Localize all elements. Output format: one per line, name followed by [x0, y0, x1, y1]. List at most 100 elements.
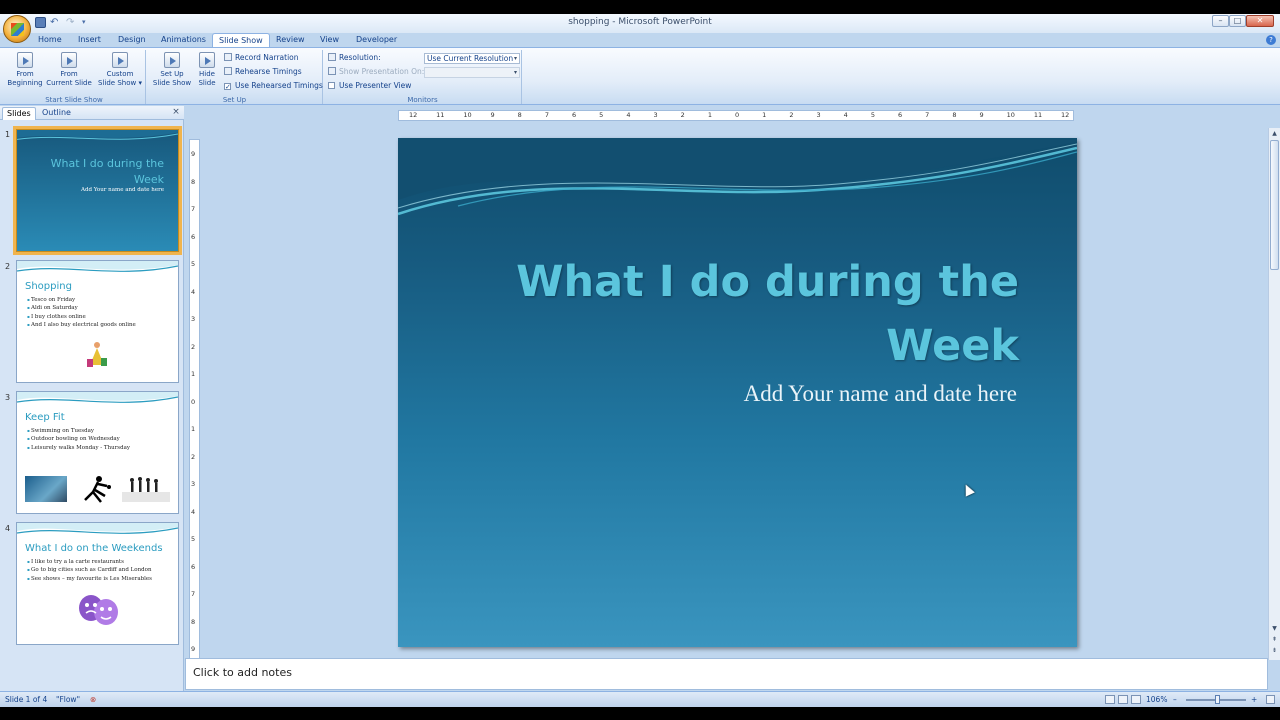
zoom-slider-knob[interactable] — [1214, 695, 1220, 704]
rehearse-timings-button[interactable]: Rehearse Timings — [224, 67, 302, 77]
ruler-tick-label: 11 — [436, 111, 445, 119]
tab-slide-show[interactable]: Slide Show — [212, 33, 270, 47]
tab-review[interactable]: Review — [274, 33, 307, 47]
minimize-button[interactable]: – — [1212, 15, 1229, 27]
ruler-tick-label: 3 — [191, 315, 196, 323]
hide-slide-icon — [199, 52, 215, 68]
group-monitors: Resolution: Use Current Resolution ▾ Show… — [324, 50, 522, 104]
close-icon[interactable]: × — [171, 108, 181, 118]
redo-icon[interactable]: ↷ — [66, 17, 77, 28]
slide-thumbnail-2[interactable]: Shopping Tesco on Friday Aldi on Saturda… — [16, 260, 179, 383]
chevron-down-icon: ▾ — [513, 55, 517, 62]
ruler-tick-label: 7 — [191, 590, 196, 598]
zoom-level[interactable]: 106% — [1146, 695, 1167, 704]
tab-developer[interactable]: Developer — [354, 33, 399, 47]
thumb-number: 4 — [5, 524, 11, 533]
office-logo-icon — [11, 23, 24, 36]
thumb-number: 3 — [5, 393, 11, 402]
tab-outline[interactable]: Outline — [38, 107, 75, 120]
group-label-start: Start Slide Show — [45, 96, 103, 104]
set-up-slide-show-button[interactable]: Set Up Slide Show — [151, 52, 193, 88]
theme-name: "Flow" — [56, 695, 81, 704]
notes-placeholder[interactable]: Click to add notes — [193, 666, 292, 679]
slide-canvas[interactable]: What I do during the Week Add Your name … — [398, 138, 1077, 647]
group-label-monitors: Monitors — [407, 96, 438, 104]
fit-to-window-icon[interactable] — [1266, 695, 1275, 704]
slide-show-view-icon[interactable] — [1131, 695, 1141, 704]
letterbox-top — [0, 0, 1280, 14]
thumb-bullet: Go to big cities such as Cardiff and Lon… — [27, 566, 152, 574]
thumb-bullet: I buy clothes online — [27, 313, 136, 321]
close-button[interactable]: ✕ — [1246, 15, 1274, 27]
scroll-up-icon[interactable]: ▲ — [1270, 129, 1279, 138]
undo-icon[interactable]: ↶ — [50, 17, 61, 28]
ruler-tick-label: 9 — [979, 111, 984, 119]
ruler-tick-label: 10 — [1006, 111, 1015, 119]
scroll-down-icon[interactable]: ▼ — [1270, 624, 1279, 633]
bowler-silhouette-icon — [84, 476, 111, 503]
thumb-bullet: And I also buy electrical goods online — [27, 321, 136, 329]
zoom-in-icon[interactable]: + — [1251, 695, 1257, 704]
tab-animations[interactable]: Animations — [159, 33, 208, 47]
record-narration-button[interactable]: Record Narration — [224, 53, 299, 63]
slide-thumbnail-3[interactable]: Keep Fit Swimming on Tuesday Outdoor bow… — [16, 391, 179, 514]
thumb-number: 1 — [5, 130, 11, 139]
zoom-out-icon[interactable]: – — [1173, 695, 1177, 704]
notes-pane[interactable]: Click to add notes — [185, 658, 1268, 690]
custom-slide-show-button[interactable]: Custom Slide Show ▾ — [96, 52, 144, 88]
tab-slides[interactable]: Slides — [2, 107, 36, 120]
from-current-slide-button[interactable]: From Current Slide — [45, 52, 93, 88]
powerpoint-window: shopping - Microsoft PowerPoint ↶ ↷ ▾ – … — [0, 14, 1280, 707]
scroll-thumb[interactable] — [1270, 140, 1279, 270]
use-presenter-view-checkbox[interactable]: Use Presenter View — [328, 81, 411, 91]
wave-decoration — [398, 138, 1077, 216]
monitor-icon — [328, 53, 336, 61]
save-icon[interactable] — [35, 17, 46, 28]
slide-sorter-icon[interactable] — [1118, 695, 1128, 704]
next-slide-icon[interactable]: ⇟ — [1270, 646, 1279, 655]
tab-design[interactable]: Design — [116, 33, 148, 47]
ruler-tick-label: 6 — [572, 111, 577, 119]
office-button[interactable] — [3, 15, 31, 43]
tab-view[interactable]: View — [318, 33, 341, 47]
previous-slide-icon[interactable]: ⇞ — [1270, 635, 1279, 644]
walkers-silhouette-icon — [122, 477, 170, 502]
microphone-icon — [224, 53, 232, 61]
ruler-tick-label: 5 — [599, 111, 604, 119]
hide-slide-button[interactable]: Hide Slide — [195, 52, 219, 88]
slide-thumbnail-1[interactable]: What I do during the Week Add Your name … — [13, 126, 182, 255]
wave-decoration — [17, 392, 178, 403]
vertical-ruler: 9 8 7 6 5 4 3 2 1 0 1 2 3 4 5 6 7 8 9 — [189, 139, 200, 660]
slide-title[interactable]: What I do during the Week — [459, 250, 1019, 378]
show-on-text: Show Presentation On: — [339, 67, 425, 76]
help-icon[interactable]: ? — [1266, 35, 1276, 45]
thumb-bullets: Tesco on Friday Aldi on Saturday I buy c… — [27, 296, 136, 329]
empty-checkbox-icon — [328, 82, 335, 89]
thumb-bullet: Leisurely walks Monday - Thursday — [27, 444, 130, 452]
ruler-tick-label: 12 — [409, 111, 418, 119]
presenter-view-label: Use Presenter View — [339, 81, 412, 90]
show-presentation-on-dropdown[interactable]: ▾ — [424, 67, 520, 78]
spelling-check-icon[interactable]: ⊗ — [90, 695, 96, 704]
slide-thumbnail-4[interactable]: What I do on the Weekends I like to try … — [16, 522, 179, 645]
slide-subtitle[interactable]: Add Your name and date here — [744, 381, 1017, 407]
status-bar: Slide 1 of 4 "Flow" ⊗ 106% – + — [0, 691, 1280, 707]
maximize-button[interactable]: □ — [1229, 15, 1246, 27]
custom-label-1: Custom — [106, 70, 134, 78]
tab-home[interactable]: Home — [36, 33, 64, 47]
thumb-bullet: See shows – my favourite is Les Miserabl… — [27, 575, 152, 583]
letterbox-bottom — [0, 707, 1280, 720]
thumb-title: What I do during the Week — [50, 157, 164, 186]
tab-insert[interactable]: Insert — [76, 33, 103, 47]
ruler-tick-label: 12 — [1061, 111, 1070, 119]
from-beginning-button[interactable]: From Beginning — [5, 52, 45, 88]
title-bar: shopping - Microsoft PowerPoint ↶ ↷ ▾ – … — [0, 14, 1280, 33]
normal-view-icon[interactable] — [1105, 695, 1115, 704]
thumb-bullet: Swimming on Tuesday — [27, 427, 130, 435]
ruler-tick-label: 6 — [898, 111, 903, 119]
customize-qat-icon[interactable]: ▾ — [82, 17, 93, 28]
vertical-scrollbar[interactable]: ▲ ▼ ⇞ ⇟ — [1268, 128, 1280, 660]
resolution-dropdown[interactable]: Use Current Resolution ▾ — [424, 53, 520, 64]
use-rehearsed-timings-checkbox[interactable]: ✓ Use Rehearsed Timings — [224, 81, 323, 91]
show-presentation-on-label: Show Presentation On: — [328, 67, 424, 77]
